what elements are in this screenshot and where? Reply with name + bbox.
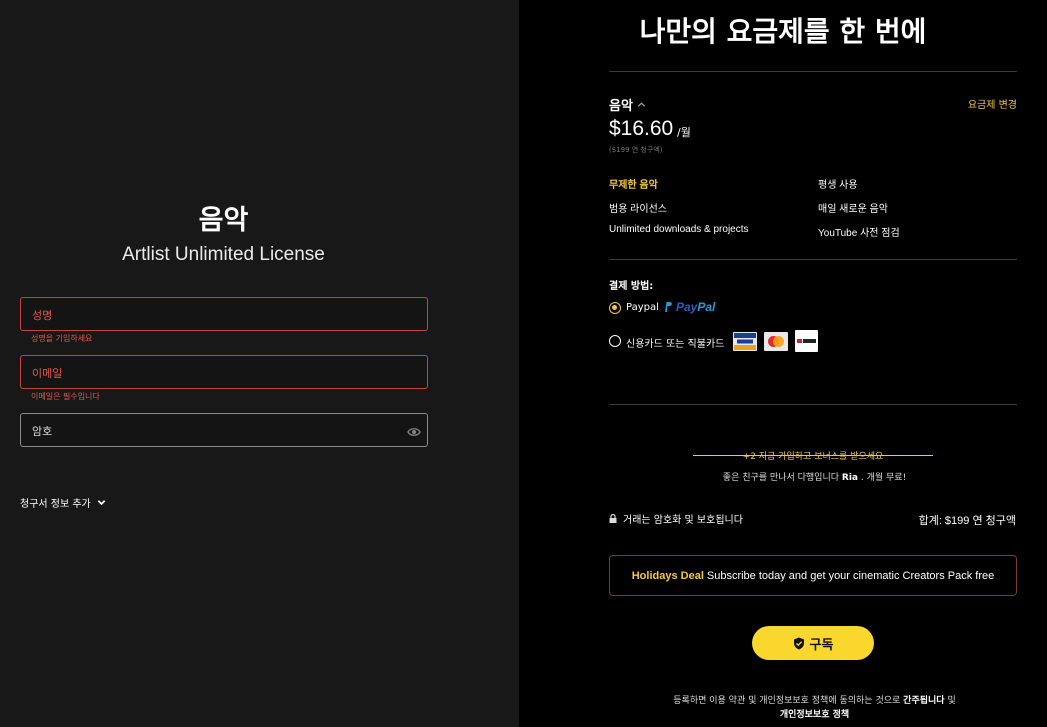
deal-highlight: Holidays Deal [631,569,704,582]
referrer-name: Ria [841,473,858,483]
paypal-logo-text-2: Pal [697,300,716,314]
feature-item: 무제한 음악 [609,180,658,191]
holiday-deal-banner: Holidays Deal Subscribe today and get yo… [609,555,1017,596]
signup-bonus-banner: +2 지금 가입하고 보너스를 받으세요 [693,449,933,462]
privacy-policy-link[interactable]: 개인정보보호 정책 [780,710,849,720]
yearly-note: ($199 연 청구액) [609,146,663,154]
shield-check-icon [793,637,804,649]
terms-link[interactable]: 간주됩니다 [903,696,944,706]
eye-icon[interactable] [407,424,421,438]
bonus-text: +2 지금 가입하고 보너스를 받으세요 [742,452,884,462]
email-error: 이메일은 필수입니다 [31,392,100,401]
referral-reward: . 개월 무료! [860,473,907,483]
secure-text: 거래는 암호화 및 보호됩니다 [623,515,743,526]
page-title: 나만의 요금제를 한 번에 [639,15,927,48]
paypal-radio[interactable] [609,302,621,314]
paypal-label[interactable]: Paypal [626,302,659,313]
divider [609,71,1017,72]
lock-icon [609,514,617,523]
chevron-down-icon [97,500,106,506]
name-error: 성명을 기입하세요 [31,334,93,343]
price-period: /월 [677,126,691,139]
subscribe-button[interactable]: 구독 [752,626,874,660]
divider [609,259,1017,260]
card-brand-icon [795,330,818,352]
feature-item: 매일 새로운 음악 [818,204,888,215]
feature-item: 범용 라이선스 [609,204,667,215]
billing-toggle-label: 청구서 정보 추가 [20,499,91,510]
referral-text: 좋은 친구를 만나서 다행입니다 [722,473,840,483]
feature-item: 평생 사용 [818,180,858,191]
product-title: 음악 [198,205,249,236]
total-price: 합계: $199 연 청구액 [918,515,1016,527]
card-radio[interactable] [609,335,621,347]
payment-method-label: 결제 방법: [609,281,654,292]
change-plan-link[interactable]: 요금제 변경 [919,96,1017,111]
plan-price: $16.60 [609,117,674,140]
product-subtitle: Artlist Unlimited License [122,244,325,265]
paypal-p-icon [665,302,672,312]
paypal-logo: PayPal [663,300,715,314]
feature-item: YouTube 사전 점검 [818,228,900,239]
email-field[interactable]: 이메일 [20,355,428,389]
secure-notice: 거래는 암호화 및 보호됩니다 [609,511,743,526]
terms-notice: 등록하면 이용 약관 및 개인정보보호 정책에 동의하는 것으로 간주됩니다 및… [519,694,1047,722]
name-placeholder: 성명 [32,309,53,322]
card-label[interactable]: 신용카드 또는 직불카드 [626,335,724,350]
feature-item: Unlimited downloads & projects [609,224,749,235]
chevron-up-icon [637,102,645,107]
billing-info-toggle[interactable]: 청구서 정보 추가 [20,495,106,510]
email-placeholder: 이메일 [32,367,63,380]
mastercard-icon [764,332,788,351]
referral-message: 좋은 친구를 만나서 다행입니다 Ria . 개월 무료! [519,470,1047,483]
password-field[interactable]: 암호 [20,413,428,447]
plan-summary-panel: 나만의 요금제를 한 번에 음악 요금제 변경 $16.60 /월 ($199 … [519,0,1047,727]
divider [609,404,1017,405]
paypal-logo-text-1: Pay [676,300,698,314]
terms-conjunction: 및 [947,696,956,706]
subscribe-label: 구독 [809,636,834,652]
name-field[interactable]: 성명 [20,297,428,331]
password-placeholder: 암호 [32,425,53,438]
visa-card-icon [733,332,757,351]
signup-form-panel: 음악 Artlist Unlimited License 성명 성명을 기입하세… [0,0,519,727]
plan-name: 음악 [609,99,633,114]
terms-text: 등록하면 이용 약관 및 개인정보보호 정책에 동의하는 것으로 [673,696,901,706]
plan-name-toggle[interactable]: 음악 [609,95,646,114]
deal-text: Subscribe today and get your cinematic C… [706,569,995,582]
